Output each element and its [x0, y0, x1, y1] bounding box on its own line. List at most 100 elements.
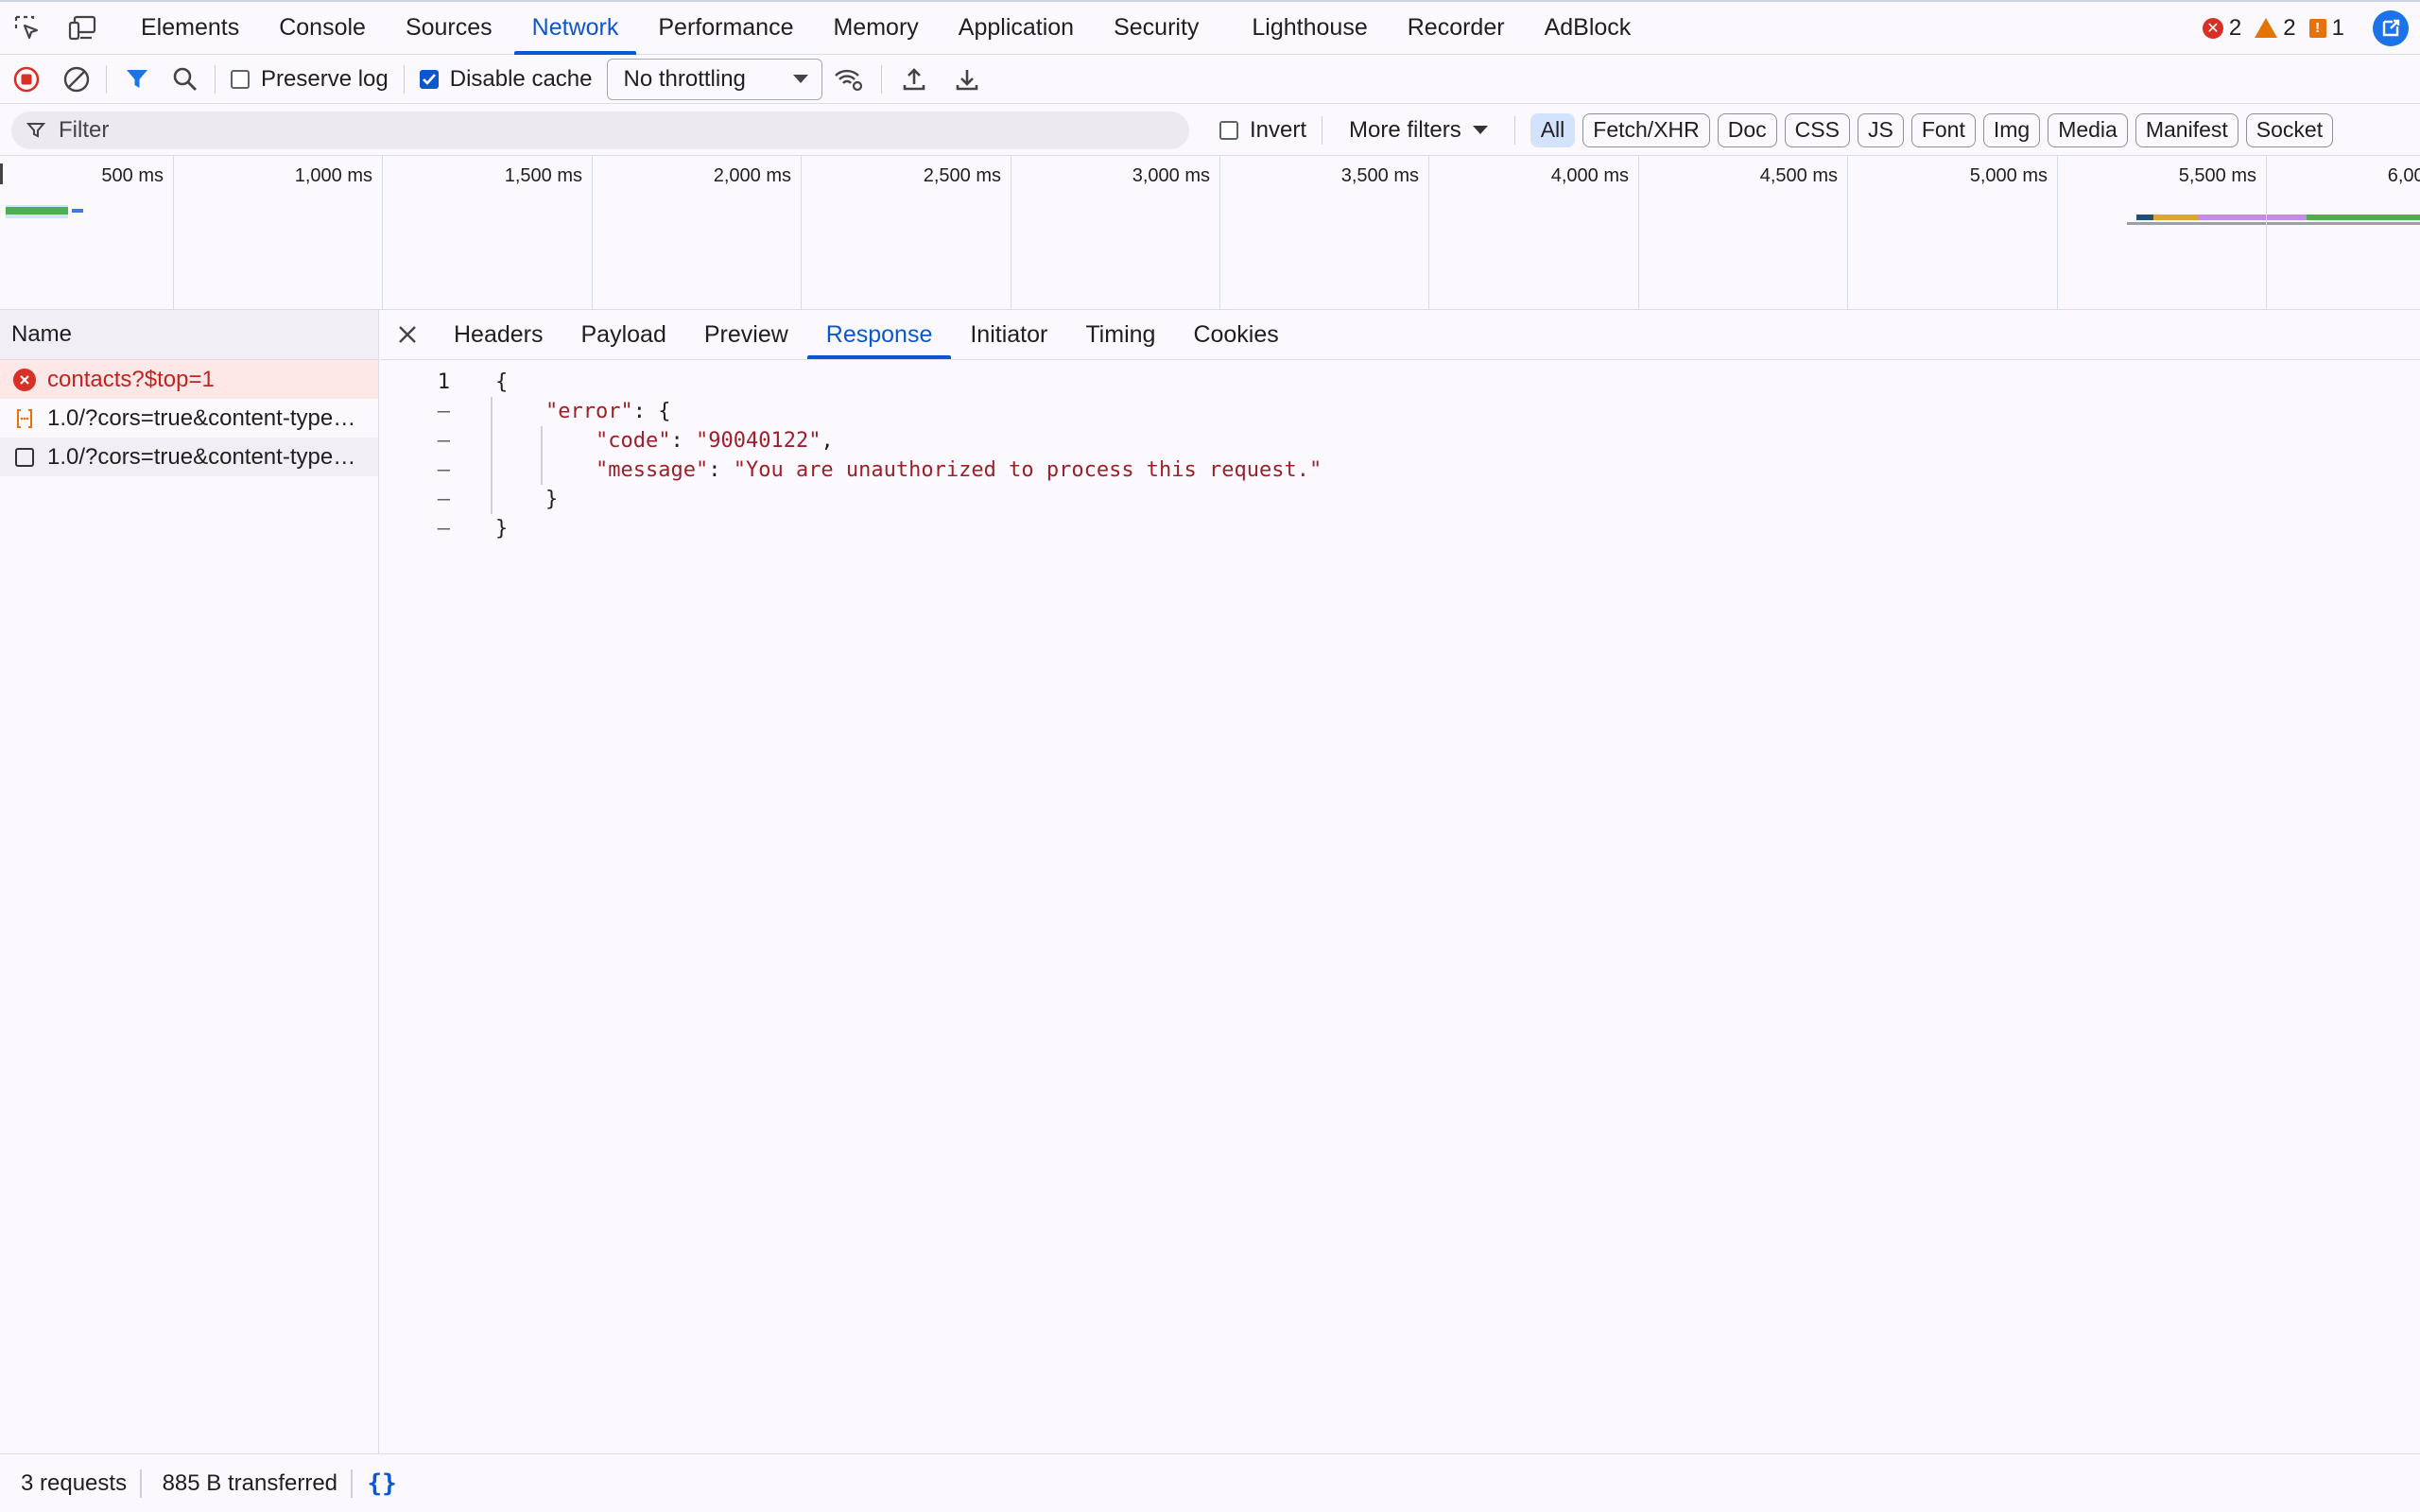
fetch-request-icon — [13, 407, 36, 430]
filter-chip-js[interactable]: JS — [1857, 112, 1904, 147]
line-gutter: – — [437, 429, 450, 453]
import-har-button[interactable] — [888, 55, 941, 104]
detail-tab-cookies[interactable]: Cookies — [1174, 310, 1297, 359]
timeline-gridline — [2266, 156, 2267, 309]
code-text: "message": "You are unauthorized to proc… — [450, 458, 1322, 482]
tab-lighthouse[interactable]: Lighthouse — [1232, 2, 1387, 55]
checkmark-icon — [422, 73, 436, 85]
detail-tab-headers[interactable]: Headers — [435, 310, 562, 359]
export-har-button[interactable] — [941, 55, 994, 104]
detail-tab-preview[interactable]: Preview — [685, 310, 807, 359]
timeline-tick-label: 5,000 ms — [1969, 165, 2048, 186]
warning-icon — [2255, 18, 2278, 38]
detail-tab-response[interactable]: Response — [806, 310, 952, 359]
overview-bar — [2199, 215, 2307, 220]
code-text: "code": "90040122", — [450, 429, 834, 453]
indent-guide — [541, 426, 543, 485]
timeline-overview[interactable]: 500 ms 1,000 ms 1,500 ms 2,000 ms 2,500 ms 3,… — [0, 156, 2420, 310]
filter-chip-fetch-xhr[interactable]: Fetch/XHR — [1582, 112, 1710, 147]
code-text: } — [450, 517, 508, 541]
disable-cache-checkbox[interactable]: Disable cache — [410, 66, 602, 93]
filter-input[interactable]: Filter — [11, 111, 1189, 149]
dropdown-caret-icon — [793, 75, 809, 83]
search-button[interactable] — [162, 55, 209, 104]
request-detail-pane: Headers Payload Preview Response Initiator Ti… — [380, 310, 2420, 1453]
tab-security[interactable]: Security — [1094, 2, 1219, 55]
device-toolbar-icon[interactable] — [55, 2, 110, 55]
preserve-log-checkbox[interactable]: Preserve log — [221, 66, 398, 93]
timeline-gridline — [1428, 156, 1429, 309]
code-text: } — [450, 488, 558, 511]
transferred-size: 885 B transferred — [162, 1469, 338, 1496]
throttling-select[interactable]: No throttling — [607, 58, 823, 100]
request-count: 3 requests — [21, 1469, 128, 1496]
request-list: Name contacts?$top=1 1.0/?cors=true&conte… — [0, 310, 379, 1453]
clear-icon — [63, 66, 90, 92]
overview-bar — [2153, 215, 2199, 220]
json-key: "error" — [545, 400, 633, 423]
timeline-gridline — [1219, 156, 1220, 309]
disable-cache-box[interactable] — [419, 69, 439, 89]
filter-chip-img[interactable]: Img — [1982, 112, 2041, 147]
filter-chip-font[interactable]: Font — [1910, 112, 1976, 147]
invert-box[interactable] — [1219, 120, 1238, 140]
filter-chip-socket[interactable]: Socket — [2245, 112, 2334, 147]
response-body[interactable]: 1{– "error": {– "code": "90040122", – "messa… — [380, 360, 2420, 543]
timeline-gridline — [382, 156, 383, 309]
filter-chip-doc[interactable]: Doc — [1717, 112, 1777, 147]
filter-toggle-button[interactable] — [112, 55, 162, 104]
network-conditions-button[interactable] — [822, 55, 875, 104]
search-icon — [173, 67, 197, 91]
filter-bar: Filter Invert More filters All Fetch/XHR D… — [0, 105, 2420, 156]
more-filters-dropdown[interactable]: More filters — [1328, 117, 1509, 144]
timeline-tick-label: 2,500 ms — [923, 165, 1001, 186]
json-punctuation: : { — [632, 400, 671, 423]
timeline-tick-label: 500 ms — [101, 165, 164, 186]
request-row[interactable]: 1.0/?cors=true&content-type=application%… — [0, 399, 378, 438]
name-column-header[interactable]: Name — [0, 310, 378, 360]
clear-button[interactable] — [53, 55, 100, 104]
timeline-gridline — [1638, 156, 1639, 309]
close-detail-button[interactable] — [380, 310, 435, 359]
code-line: 1{ — [380, 368, 2420, 397]
close-icon — [399, 326, 416, 343]
preserve-log-box[interactable] — [231, 69, 250, 89]
tab-recorder[interactable]: Recorder — [1388, 2, 1525, 55]
filter-chip-all[interactable]: All — [1530, 112, 1576, 147]
tab-memory[interactable]: Memory — [813, 2, 938, 55]
tab-elements[interactable]: Elements — [121, 2, 259, 55]
timeline-gridline — [1847, 156, 1848, 309]
timeline-tick-label: 2,000 ms — [713, 165, 791, 186]
tab-adblock[interactable]: AdBlock — [1525, 2, 1651, 55]
tab-application[interactable]: Application — [939, 2, 1094, 55]
detail-tab-initiator[interactable]: Initiator — [951, 310, 1066, 359]
code-line: – "code": "90040122", — [380, 426, 2420, 455]
invert-checkbox[interactable]: Invert — [1210, 117, 1316, 144]
detail-tab-payload[interactable]: Payload — [562, 310, 685, 359]
pretty-print-button[interactable]: {} — [368, 1469, 397, 1498]
filter-chip-media[interactable]: Media — [2048, 112, 2128, 147]
request-row[interactable]: 1.0/?cors=true&content-type=application%… — [0, 438, 378, 476]
request-name: 1.0/?cors=true&content-type=application%… — [47, 443, 369, 470]
json-punctuation: , — [821, 429, 834, 453]
record-stop-icon — [13, 66, 40, 92]
tab-sources[interactable]: Sources — [386, 2, 512, 55]
stop-recording-button[interactable] — [0, 55, 53, 104]
filter-chip-css[interactable]: CSS — [1784, 112, 1850, 147]
error-count[interactable]: ✕ 2 — [2202, 15, 2241, 42]
issues-count[interactable]: ! 1 — [2308, 15, 2344, 42]
tab-console[interactable]: Console — [259, 2, 386, 55]
inspect-element-icon[interactable] — [0, 2, 55, 55]
tab-performance[interactable]: Performance — [638, 2, 813, 55]
request-name: contacts?$top=1 — [47, 366, 215, 392]
detail-tab-timing[interactable]: Timing — [1066, 310, 1174, 359]
overview-bar — [2307, 215, 2420, 220]
timeline-gridline — [173, 156, 174, 309]
line-gutter: – — [437, 488, 450, 511]
filter-chip-manifest[interactable]: Manifest — [2135, 112, 2238, 147]
request-row[interactable]: contacts?$top=1 — [0, 360, 378, 399]
devtools-settings-badge-icon[interactable] — [2373, 9, 2409, 46]
resource-type-chips: All Fetch/XHR Doc CSS JS Font Img Media Manifest… — [1530, 112, 2341, 147]
tab-network[interactable]: Network — [512, 2, 639, 55]
warning-count[interactable]: 2 — [2255, 15, 2296, 42]
